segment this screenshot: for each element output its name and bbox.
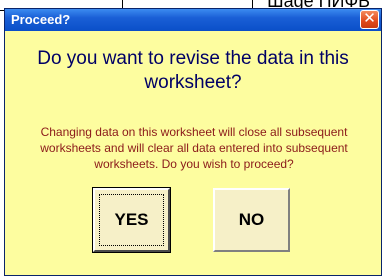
- focus-ring: [99, 194, 164, 246]
- yes-button[interactable]: YES: [92, 187, 171, 253]
- dialog-title: Proceed?: [11, 12, 71, 27]
- proceed-dialog: Proceed? ✕ Do you want to revise the dat…: [4, 8, 382, 276]
- close-button[interactable]: ✕: [360, 10, 379, 29]
- close-icon: ✕: [363, 10, 376, 27]
- no-button-label: NO: [238, 210, 265, 229]
- dialog-question: Do you want to revise the data in this w…: [37, 48, 349, 93]
- dialog-titlebar[interactable]: Proceed? ✕: [5, 9, 381, 31]
- dialog-explanation: Changing data on this worksheet will clo…: [40, 125, 348, 171]
- no-button[interactable]: NO: [213, 188, 290, 252]
